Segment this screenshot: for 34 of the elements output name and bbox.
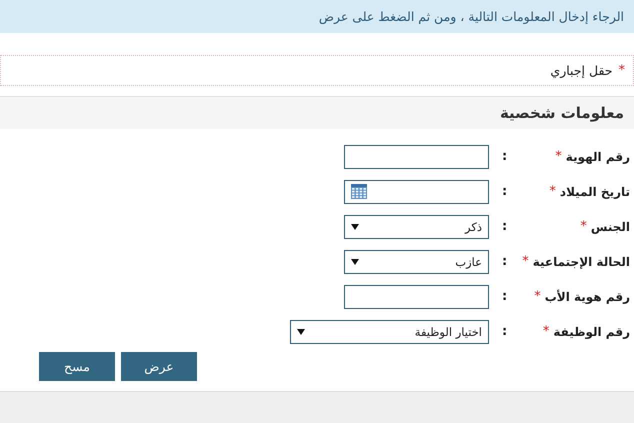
field-label: رقم هوية الأب: [544, 290, 630, 304]
field-label: رقم الوظيفة: [553, 324, 630, 338]
instruction-text: الرجاء إدخال المعلومات التالية ، ومن ثم الضغط على عرض: [318, 9, 624, 24]
text-field[interactable]: [344, 144, 489, 168]
colon: :: [502, 184, 508, 199]
required-mark: *: [549, 184, 556, 199]
calendar-icon[interactable]: [351, 184, 367, 199]
colon: :: [502, 254, 508, 269]
caret-icon: [351, 258, 359, 264]
select-field[interactable]: عازب: [344, 250, 489, 274]
submit-button[interactable]: عرض: [121, 352, 197, 381]
field-label: الجنس: [590, 220, 630, 234]
required-mark: *: [555, 149, 562, 164]
clear-button[interactable]: مسح: [39, 352, 115, 381]
colon: :: [502, 324, 508, 339]
caret-icon: [297, 328, 305, 334]
required-mark: *: [522, 254, 529, 269]
field-label: الحالة الإجتماعية: [532, 254, 630, 268]
select-field[interactable]: اختيار الوظيفة: [290, 320, 489, 344]
caret-icon: [351, 224, 359, 230]
section-title: معلومات شخصية: [500, 104, 624, 122]
text-field[interactable]: [344, 284, 489, 308]
field-label: تاريخ الميلاد: [560, 184, 630, 198]
required-mark: *: [618, 63, 625, 78]
field-label: رقم الهوية: [566, 150, 630, 164]
colon: :: [502, 149, 508, 164]
colon: :: [502, 219, 508, 234]
required-note-text: حقل إجباري: [550, 63, 612, 78]
select-field[interactable]: ذكر: [344, 214, 489, 238]
date-field[interactable]: [344, 180, 489, 204]
required-mark: *: [580, 219, 587, 234]
required-mark: *: [542, 324, 550, 339]
colon: :: [502, 289, 508, 304]
required-mark: *: [534, 289, 541, 304]
